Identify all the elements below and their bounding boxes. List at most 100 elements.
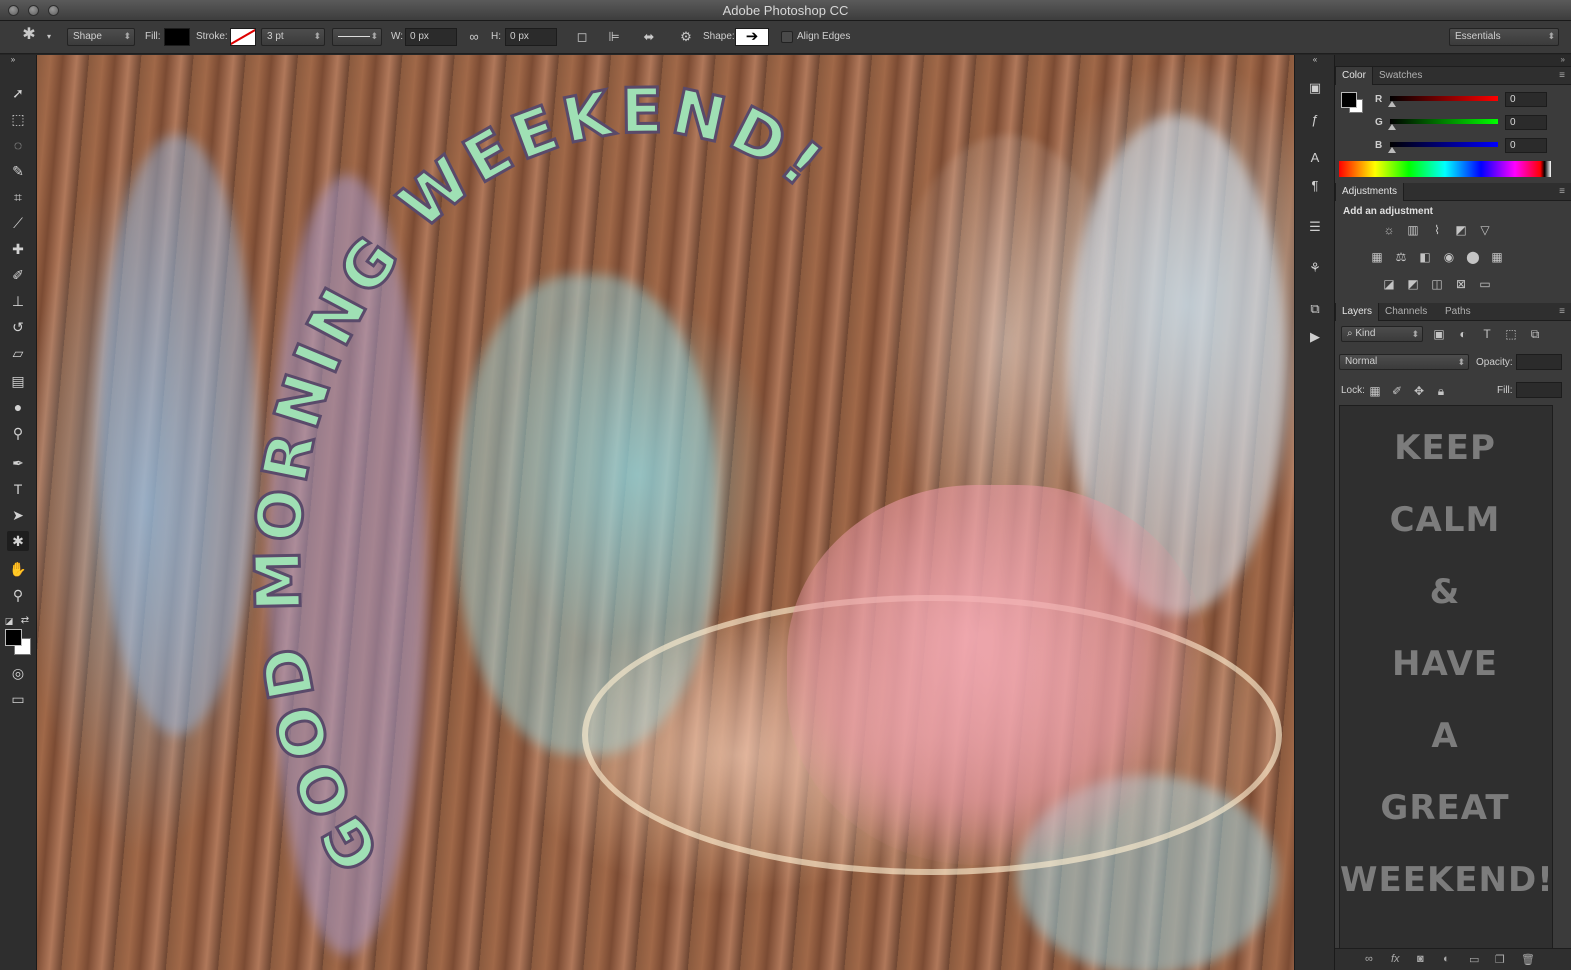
history-brush-icon[interactable]: ↺ [7, 317, 29, 337]
blend-mode-dropdown[interactable]: Normal [1339, 354, 1469, 370]
clone-stamp-icon[interactable]: ⊥ [7, 291, 29, 311]
gradient-icon[interactable]: ▤ [7, 371, 29, 391]
filter-adjustment-layers-icon[interactable]: ◐ [1455, 327, 1471, 341]
path-selection-icon[interactable]: ➤ [7, 505, 29, 525]
exposure-icon[interactable]: ◩ [1453, 223, 1469, 237]
hue-saturation-icon[interactable]: ▦ [1369, 250, 1385, 264]
quick-selection-icon[interactable]: ✎ [7, 161, 29, 181]
panel-menu-icon[interactable]: ≡ [1559, 186, 1565, 197]
styles-panel-icon[interactable]: ƒ [1305, 111, 1325, 129]
link-icon[interactable]: ∞ [465, 29, 483, 45]
new-layer-icon[interactable]: ❐ [1495, 953, 1505, 966]
tab-swatches[interactable]: Swatches [1373, 67, 1428, 85]
blue-knob[interactable] [1388, 147, 1396, 153]
lasso-icon[interactable]: ◌ [7, 135, 29, 155]
brush-presets-icon[interactable]: ⚘ [1305, 259, 1325, 277]
layer-fill-field[interactable] [1516, 382, 1562, 398]
crop-icon[interactable]: ⌗ [7, 187, 29, 207]
posterize-icon[interactable]: ◩ [1405, 277, 1421, 291]
panel-menu-icon[interactable]: ≡ [1559, 306, 1565, 317]
collapse-dock-icon[interactable]: » [1561, 55, 1565, 64]
custom-shape-icon[interactable]: ✱ [7, 531, 29, 551]
filter-type-layers-icon[interactable]: T [1479, 327, 1495, 341]
color-lookup-icon[interactable]: ▦ [1489, 250, 1505, 264]
path-alignment-icon[interactable]: ⊫ [605, 29, 623, 45]
red-slider[interactable]: R 0 [1375, 92, 1565, 112]
shape-picker[interactable]: ➔ [735, 28, 769, 46]
layer-filter-kind-dropdown[interactable]: ⌕ Kind [1341, 326, 1423, 342]
layers-list[interactable]: KEEP CALM & HAVE A GREAT WEEKEND! [1339, 405, 1553, 950]
quick-mask-icon[interactable]: ◎ [7, 663, 29, 683]
new-group-icon[interactable]: ▭ [1469, 953, 1479, 966]
pen-icon[interactable]: ✒ [7, 453, 29, 473]
lock-position-icon[interactable]: ✥ [1411, 384, 1427, 398]
blue-value[interactable]: 0 [1505, 138, 1547, 153]
green-bar[interactable] [1390, 119, 1498, 124]
levels-icon[interactable]: ▥ [1405, 223, 1421, 237]
zoom-icon[interactable]: ⚲ [7, 585, 29, 605]
brush-icon[interactable]: ✐ [7, 265, 29, 285]
screen-mode-icon[interactable]: ▭ [7, 689, 29, 709]
width-field[interactable]: 0 px [405, 28, 457, 46]
opacity-field[interactable] [1516, 354, 1562, 370]
move-icon[interactable]: ➚ [7, 83, 29, 103]
photo-filter-icon[interactable]: ◉ [1441, 250, 1457, 264]
channel-mixer-icon[interactable]: ⬤ [1465, 250, 1481, 264]
workspace-switcher[interactable]: Essentials [1449, 28, 1559, 46]
align-edges-checkbox[interactable] [781, 31, 793, 43]
eyedropper-icon[interactable]: ⟋ [7, 213, 29, 233]
green-value[interactable]: 0 [1505, 115, 1547, 130]
swap-colors-icon[interactable]: ⇄ [18, 611, 32, 631]
healing-brush-icon[interactable]: ✚ [7, 239, 29, 259]
filter-pixel-layers-icon[interactable]: ▣ [1431, 327, 1447, 341]
green-knob[interactable] [1388, 124, 1396, 130]
tab-channels[interactable]: Channels [1379, 303, 1433, 321]
tab-color[interactable]: Color [1335, 67, 1373, 85]
tool-preset-picker-icon[interactable]: ✱ [20, 27, 38, 43]
path-arrangement-icon[interactable]: ⬌ [640, 29, 658, 45]
add-mask-icon[interactable]: ◙ [1417, 953, 1424, 965]
tab-adjustments[interactable]: Adjustments [1335, 183, 1405, 201]
eraser-icon[interactable]: ▱ [7, 343, 29, 363]
color-balance-icon[interactable]: ⚖ [1393, 250, 1409, 264]
selective-color-icon[interactable]: ⊠ [1453, 277, 1469, 291]
default-colors-icon[interactable]: ◪ [2, 611, 16, 631]
filter-smart-objects-icon[interactable]: ⧉ [1527, 327, 1543, 341]
red-bar[interactable] [1390, 96, 1498, 101]
gear-icon[interactable]: ⚙ [677, 29, 695, 45]
stroke-width-field[interactable]: 3 pt [261, 28, 325, 46]
clone-source-icon[interactable]: ⧉ [1305, 300, 1325, 318]
lock-all-icon[interactable]: 🔒︎ [1433, 384, 1449, 398]
properties-panel-icon[interactable]: ☰ [1305, 218, 1325, 236]
color-panel-foreground-swatch[interactable] [1341, 92, 1357, 108]
gradient-map-icon[interactable]: ▭ [1477, 277, 1493, 291]
document-canvas[interactable]: GOOD MORNING WEEKEND! [37, 55, 1294, 970]
lock-transparent-pixels-icon[interactable]: ▦ [1367, 384, 1383, 398]
green-slider[interactable]: G 0 [1375, 115, 1565, 135]
blue-slider[interactable]: B 0 [1375, 138, 1565, 158]
collapse-strip-icon[interactable]: « [1305, 55, 1325, 65]
color-spectrum-ramp[interactable] [1339, 161, 1551, 177]
actions-play-icon[interactable]: ▶ [1305, 328, 1325, 346]
fill-swatch[interactable] [164, 28, 190, 46]
threshold-icon[interactable]: ◫ [1429, 277, 1445, 291]
lock-image-pixels-icon[interactable]: ✐ [1389, 384, 1405, 398]
delete-layer-icon[interactable]: 🗑︎ [1521, 953, 1535, 966]
history-panel-icon[interactable]: ▣ [1305, 79, 1325, 97]
link-layers-icon[interactable]: ∞ [1365, 953, 1373, 965]
chevron-down-icon[interactable]: ▾ [40, 29, 58, 45]
tab-paths[interactable]: Paths [1439, 303, 1477, 321]
curves-icon[interactable]: ⌇ [1429, 223, 1445, 237]
filter-shape-layers-icon[interactable]: ⬚ [1503, 327, 1519, 341]
invert-icon[interactable]: ◪ [1381, 277, 1397, 291]
stroke-swatch[interactable] [230, 28, 256, 46]
stroke-type-dropdown[interactable] [332, 28, 382, 46]
panel-menu-icon[interactable]: ≡ [1559, 70, 1565, 81]
tab-layers[interactable]: Layers [1335, 303, 1380, 321]
type-icon[interactable]: T [7, 479, 29, 499]
layer-style-icon[interactable]: fx [1391, 953, 1400, 965]
red-knob[interactable] [1388, 101, 1396, 107]
black-white-icon[interactable]: ◧ [1417, 250, 1433, 264]
hand-icon[interactable]: ✋ [7, 559, 29, 579]
marquee-icon[interactable]: ⬚ [7, 109, 29, 129]
